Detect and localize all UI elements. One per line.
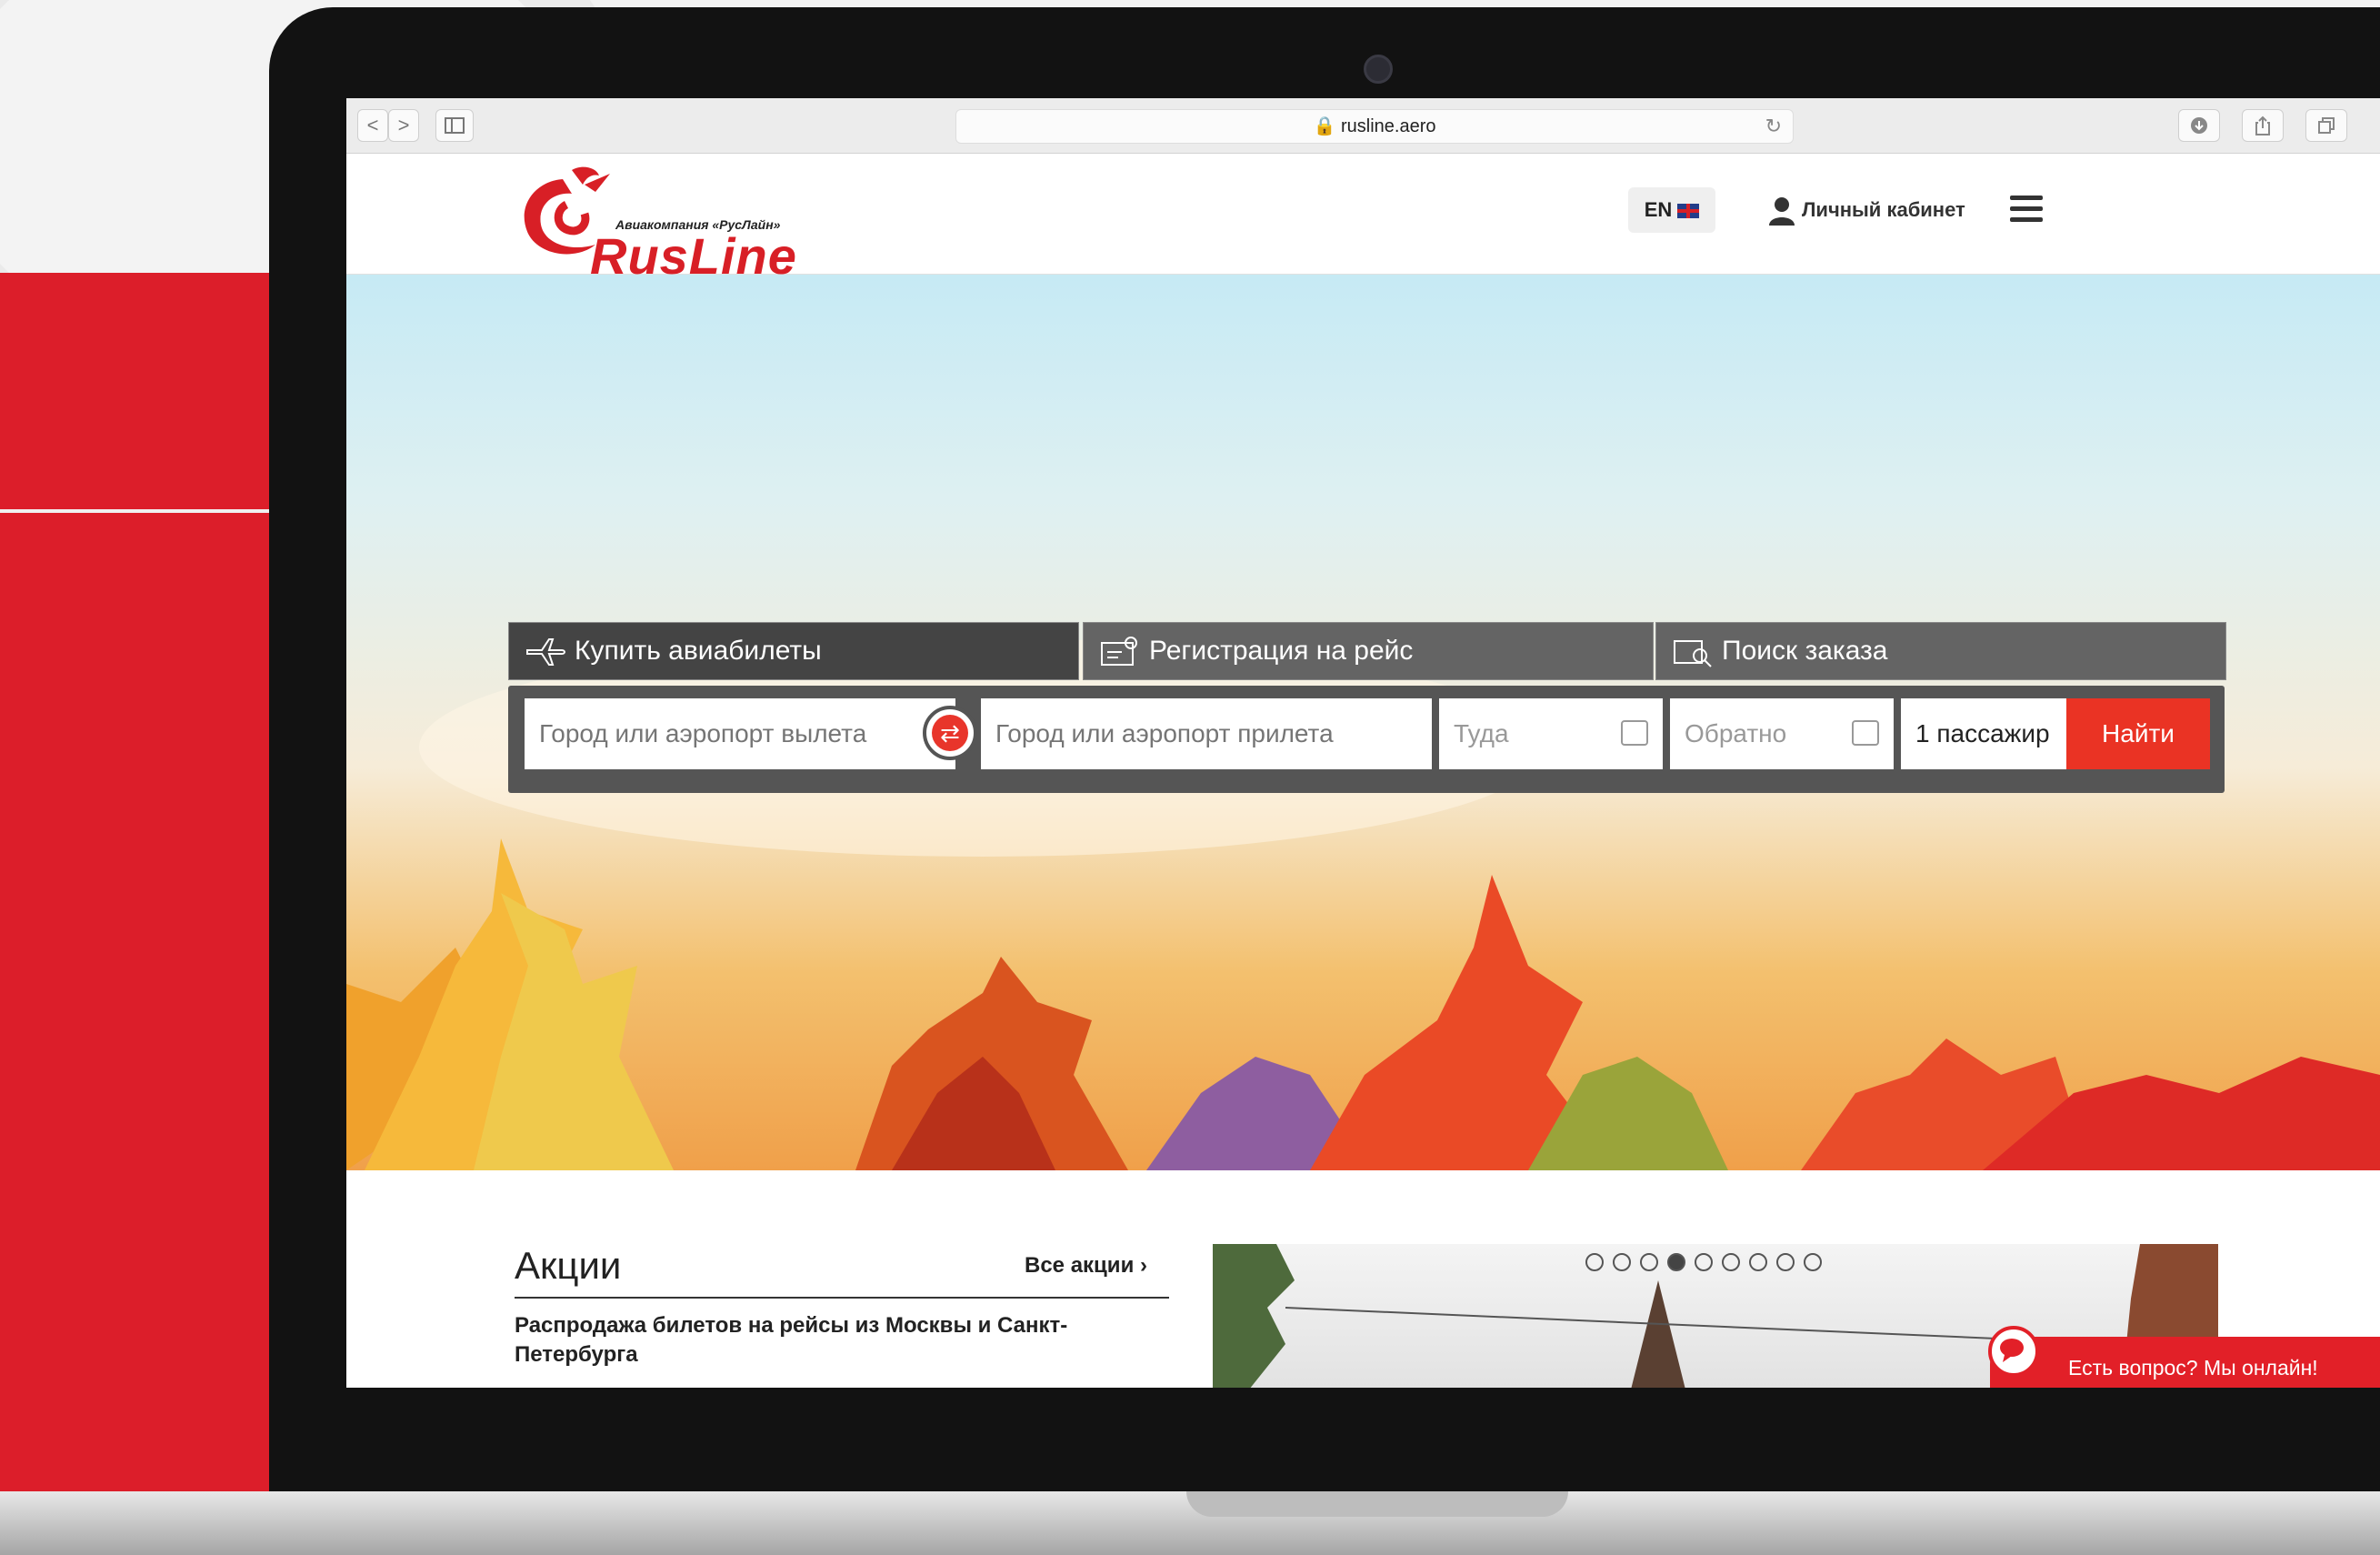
departure-date-field[interactable]: Туда: [1439, 698, 1663, 769]
chevron-right-icon: ›: [1140, 1253, 1147, 1278]
search-flights-button[interactable]: Найти: [2066, 698, 2210, 769]
account-label: Личный кабинет: [1802, 198, 1965, 221]
return-date-placeholder: Обратно: [1685, 719, 1787, 747]
chevron-right-icon: >: [397, 114, 410, 136]
tab-find-order-label: Поиск заказа: [1722, 636, 1888, 666]
uk-flag-icon: [1677, 204, 1700, 219]
departure-date-placeholder: Туда: [1454, 719, 1509, 747]
tabs-icon: [2318, 117, 2335, 134]
calendar-icon: [1852, 720, 1879, 746]
downloads-button[interactable]: [2178, 109, 2220, 142]
carousel-dot-active[interactable]: [1667, 1253, 1685, 1271]
online-chat-button[interactable]: Есть вопрос? Мы онлайн!: [1988, 1326, 2380, 1388]
download-icon: [2191, 117, 2207, 134]
arrival-city-input[interactable]: [981, 698, 1432, 769]
browser-screen: < > 🔒 rusline.aero ↻ Авиакомпания «РусЛа…: [346, 98, 2380, 1388]
all-promotions-label: Все акции: [1025, 1253, 1135, 1278]
hero-banner: Купить авиабилеты Регистрация на рейс По…: [346, 275, 2380, 1170]
menu-icon[interactable]: [2010, 196, 2043, 223]
tab-check-in-label: Регистрация на рейс: [1149, 636, 1414, 666]
share-button[interactable]: [2242, 109, 2284, 142]
red-side-panel: [0, 273, 273, 1555]
tab-buy-tickets[interactable]: Купить авиабилеты: [508, 622, 1079, 680]
carousel-dot[interactable]: [1749, 1253, 1767, 1271]
carousel-dot[interactable]: [1585, 1253, 1604, 1271]
carousel-dots: [1585, 1253, 1831, 1276]
airplane-icon: [526, 638, 565, 667]
tabs-button[interactable]: [2305, 109, 2347, 142]
promotions-divider: [515, 1297, 1169, 1299]
forward-button[interactable]: >: [388, 109, 419, 142]
promotion-link[interactable]: Распродажа билетов на рейсы из Москвы и …: [515, 1311, 1115, 1369]
return-date-field[interactable]: Обратно: [1670, 698, 1894, 769]
language-switch-button[interactable]: EN: [1628, 187, 1715, 233]
carousel-dot[interactable]: [1613, 1253, 1631, 1271]
calendar-icon: [1621, 720, 1648, 746]
rusline-logo[interactable]: Авиакомпания «РусЛайн» RusLine: [508, 161, 835, 285]
departure-city-input[interactable]: [525, 698, 955, 769]
laptop-notch: [1186, 1491, 1568, 1517]
panel-divider: [0, 509, 273, 513]
reload-icon[interactable]: ↻: [1765, 110, 1782, 143]
sidebar-icon: [445, 117, 465, 134]
tab-check-in[interactable]: Регистрация на рейс: [1083, 622, 1654, 680]
search-order-icon: [1674, 640, 1712, 667]
tab-find-order[interactable]: Поиск заказа: [1655, 622, 2226, 680]
url-text: rusline.aero: [1340, 116, 1436, 136]
chat-label: Есть вопрос? Мы онлайн!: [2068, 1356, 2318, 1379]
swap-cities-button[interactable]: ⇄: [923, 706, 977, 760]
user-icon: [1769, 197, 1795, 226]
back-button[interactable]: <: [357, 109, 388, 142]
site-header: Авиакомпания «РусЛайн» RusLine EN Личный…: [346, 154, 2380, 285]
carousel-dot[interactable]: [1640, 1253, 1658, 1271]
account-link[interactable]: Личный кабинет: [1769, 192, 1965, 228]
all-promotions-link[interactable]: Все акции ›: [1025, 1253, 1147, 1279]
sidebar-toggle-button[interactable]: [435, 109, 474, 142]
share-icon: [2255, 115, 2270, 135]
carousel-dot[interactable]: [1695, 1253, 1713, 1271]
browser-toolbar: < > 🔒 rusline.aero ↻: [346, 98, 2380, 154]
chevron-left-icon: <: [366, 114, 379, 136]
tab-buy-tickets-label: Купить авиабилеты: [575, 636, 822, 666]
camera-icon: [1364, 55, 1393, 84]
promotions-heading: Акции: [515, 1244, 622, 1287]
carousel-dot[interactable]: [1804, 1253, 1822, 1271]
carousel-dot[interactable]: [1722, 1253, 1740, 1271]
chat-bubble-icon: [1988, 1326, 2039, 1377]
lock-icon: 🔒: [1313, 116, 1336, 136]
boarding-pass-icon: [1101, 637, 1137, 667]
passengers-value: 1 пассажир: [1915, 719, 2050, 747]
carousel-dot[interactable]: [1776, 1253, 1795, 1271]
swap-arrows-icon: ⇄: [932, 715, 968, 751]
language-label: EN: [1644, 198, 1673, 221]
flight-search-form: ⇄ Туда Обратно 1 пассажир ⌄ Найти: [508, 686, 2225, 793]
booking-tabs: Купить авиабилеты Регистрация на рейс По…: [508, 622, 2226, 680]
address-bar[interactable]: 🔒 rusline.aero ↻: [955, 109, 1794, 144]
